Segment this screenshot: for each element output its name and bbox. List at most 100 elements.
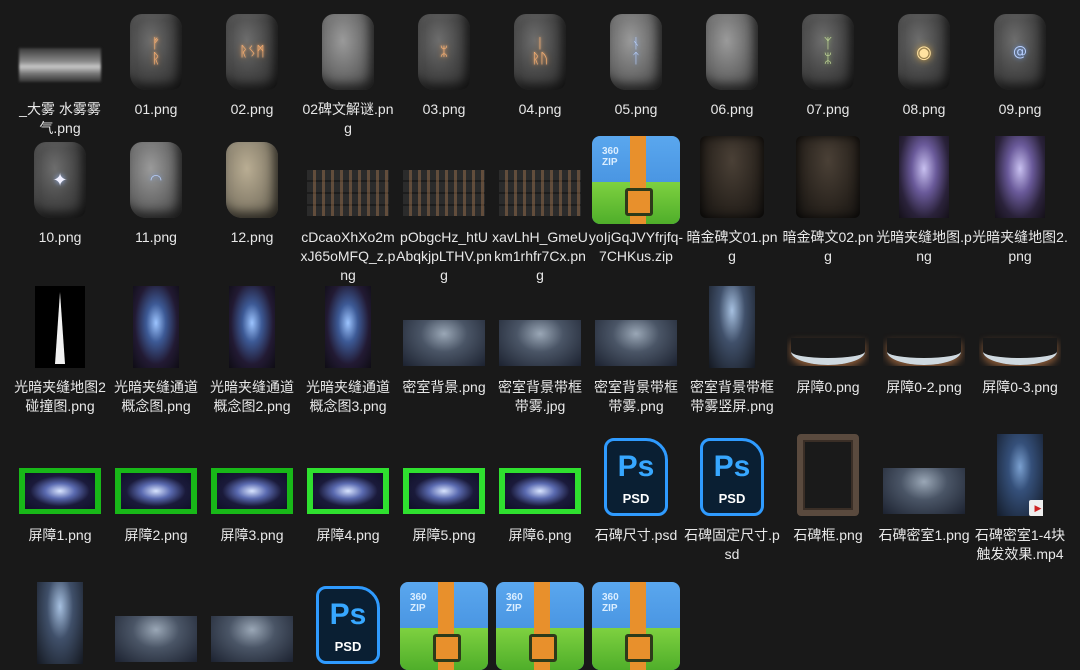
file-item[interactable]: 屏障0-2.png xyxy=(878,286,970,395)
file-item[interactable]: 光暗夹缝通道概念图.png xyxy=(110,286,202,414)
dark-gold-tablet-thumbnail xyxy=(700,136,764,218)
file-item[interactable]: 360 ZIP xyxy=(590,582,682,670)
stone-tablet-thumbnail: ◠ xyxy=(130,142,182,218)
file-name-label: 光暗夹缝通道概念图.png xyxy=(114,379,198,414)
file-item[interactable]: 360 ZIP yoIjGqJVYfrjfq-7CHKus.zip xyxy=(589,136,683,264)
zip-type-text: ZIP xyxy=(410,603,426,614)
file-item[interactable]: 光暗夹缝地图2碰撞图.png xyxy=(14,286,106,414)
file-name-label: 01.png xyxy=(134,101,178,117)
file-name-label: yoIjGqJVYfrjfq-7CHKus.zip xyxy=(588,229,684,264)
file-item[interactable]: 屏障2.png xyxy=(110,434,202,543)
stone-tablet-thumbnail: ✦ xyxy=(34,142,86,218)
chamber-background-thumbnail xyxy=(883,468,965,514)
dark-gold-tablet-thumbnail xyxy=(796,136,860,218)
chamber-background-thumbnail xyxy=(499,320,581,366)
concept-art-thumbnail xyxy=(325,286,371,368)
file-item[interactable]: 密室背景带框带雾.png xyxy=(590,286,682,414)
map-thumbnail xyxy=(899,136,949,218)
file-name-label: 密室背景带框带雾.jpg xyxy=(498,379,582,414)
file-item[interactable]: ᚱᛊᛗ 02.png xyxy=(206,8,298,117)
psd-ext-text: PSD xyxy=(334,639,362,654)
file-item[interactable]: 屏障0-3.png xyxy=(974,286,1066,395)
file-item[interactable]: 光暗夹缝地图.png xyxy=(876,136,972,264)
photoshop-file-icon: Ps PSD xyxy=(316,586,380,664)
stone-tablet-thumbnail: ᛁ ᚱᚢ xyxy=(514,14,566,90)
file-item[interactable]: 02碑文解谜.png xyxy=(302,8,394,136)
stone-tablet-thumbnail xyxy=(226,142,278,218)
file-name-label: 02.png xyxy=(230,101,274,117)
zip-brand-text: 360 xyxy=(506,592,523,603)
photoshop-file-icon: Ps PSD xyxy=(700,438,764,516)
file-item[interactable]: 360 ZIP xyxy=(494,582,586,670)
map-thumbnail xyxy=(995,136,1045,218)
file-name-label: 暗金碑文01.png xyxy=(686,229,778,264)
file-item[interactable]: ✦ 10.png xyxy=(14,136,106,245)
file-item[interactable]: 屏障6.png xyxy=(494,434,586,543)
file-item[interactable]: ᛯ 03.png xyxy=(398,8,490,117)
file-item[interactable]: 屏障4.png xyxy=(302,434,394,543)
file-item[interactable]: 石碑密室1.png xyxy=(878,434,970,543)
file-name-label: 07.png xyxy=(806,101,850,117)
file-item[interactable]: 12.png xyxy=(206,136,298,245)
zip-label: 360 ZIP xyxy=(602,146,619,168)
barrier-effect-thumbnail xyxy=(499,468,581,514)
tablet-frame-thumbnail xyxy=(797,434,859,516)
barrier-effect-thumbnail xyxy=(19,468,101,514)
file-item[interactable] xyxy=(110,582,202,670)
chamber-vertical-thumbnail xyxy=(709,286,755,368)
file-item[interactable]: ᛁ ᚱᚢ 04.png xyxy=(494,8,586,117)
file-item[interactable]: _大雾 水雾雾气.png xyxy=(14,8,106,136)
stone-tablet-thumbnail: ᚾ ᛏ xyxy=(610,14,662,90)
file-item[interactable]: Ps PSD 石碑固定尺寸.psd xyxy=(684,434,780,562)
chamber-background-thumbnail xyxy=(211,616,293,662)
barrier-thumbnail xyxy=(787,320,869,366)
file-name-label: 08.png xyxy=(902,101,946,117)
file-item[interactable]: Ps PSD 石碑尺寸.psd xyxy=(590,434,682,543)
file-item[interactable]: ᛉ ᛯ 07.png xyxy=(782,8,874,117)
file-name-label: cDcaoXhXo2mxJ65oMFQ_z.png xyxy=(300,229,396,283)
file-item[interactable]: cDcaoXhXo2mxJ65oMFQ_z.png xyxy=(301,136,395,283)
file-item[interactable]: Ps PSD xyxy=(302,582,394,670)
zip-archive-icon: 360 ZIP xyxy=(592,136,680,224)
file-item[interactable] xyxy=(14,582,106,670)
file-item[interactable]: 光暗夹缝通道概念图3.png xyxy=(302,286,394,414)
file-name-label: 光暗夹缝通道概念图2.png xyxy=(210,379,294,414)
psd-ext-text: PSD xyxy=(622,491,650,506)
file-item[interactable]: ▶ 石碑密室1-4块触发效果.mp4 xyxy=(974,434,1066,562)
file-item[interactable]: 石碑框.png xyxy=(782,434,874,543)
file-item[interactable]: pObgcHz_htUAbqkjpLTHV.png xyxy=(396,136,492,283)
concept-art-thumbnail xyxy=(133,286,179,368)
file-item[interactable]: xavLhH_GmeUkm1rhfr7Cx.png xyxy=(492,136,588,283)
file-item[interactable]: 暗金碑文01.png xyxy=(686,136,778,264)
file-item[interactable]: ◉ 08.png xyxy=(878,8,970,117)
file-item[interactable]: @09.png xyxy=(974,8,1066,117)
zip-type-text: ZIP xyxy=(506,603,522,614)
file-name-label: 屏障6.png xyxy=(508,527,572,543)
file-item[interactable]: 密室背景带框带雾.jpg xyxy=(494,286,586,414)
file-name-label: 屏障0.png xyxy=(796,379,860,395)
chamber-vertical-thumbnail xyxy=(37,582,83,664)
stone-tablet-thumbnail xyxy=(706,14,758,90)
rune-glyph: ᛁ ᚱᚢ xyxy=(531,36,549,67)
file-item[interactable]: ᚾ ᛏ 05.png xyxy=(590,8,682,117)
file-item[interactable]: 屏障5.png xyxy=(398,434,490,543)
file-item[interactable]: 光暗夹缝地图2.png xyxy=(972,136,1068,264)
file-item[interactable]: 360 ZIP xyxy=(398,582,490,670)
file-item[interactable]: 密室背景.png xyxy=(398,286,490,395)
file-name-label: 02碑文解谜.png xyxy=(302,101,394,136)
file-item[interactable]: 暗金碑文02.png xyxy=(782,136,874,264)
file-name-label: 密室背景带框带雾竖屏.png xyxy=(690,379,774,414)
video-thumbnail: ▶ xyxy=(997,434,1043,516)
file-item[interactable] xyxy=(206,582,298,670)
file-item[interactable]: 屏障0.png xyxy=(782,286,874,395)
file-item[interactable]: ᚠ ᚱ 01.png xyxy=(110,8,202,117)
file-item[interactable]: ◠ 11.png xyxy=(110,136,202,245)
rune-glyph: ◉ xyxy=(916,41,932,63)
file-item[interactable]: 屏障1.png xyxy=(14,434,106,543)
file-item[interactable]: 光暗夹缝通道概念图2.png xyxy=(206,286,298,414)
file-name-label: 屏障3.png xyxy=(220,527,284,543)
file-item[interactable]: 密室背景带框带雾竖屏.png xyxy=(686,286,778,414)
file-item[interactable]: 屏障3.png xyxy=(206,434,298,543)
file-name-label: 屏障0-3.png xyxy=(982,379,1058,395)
file-item[interactable]: 06.png xyxy=(686,8,778,117)
